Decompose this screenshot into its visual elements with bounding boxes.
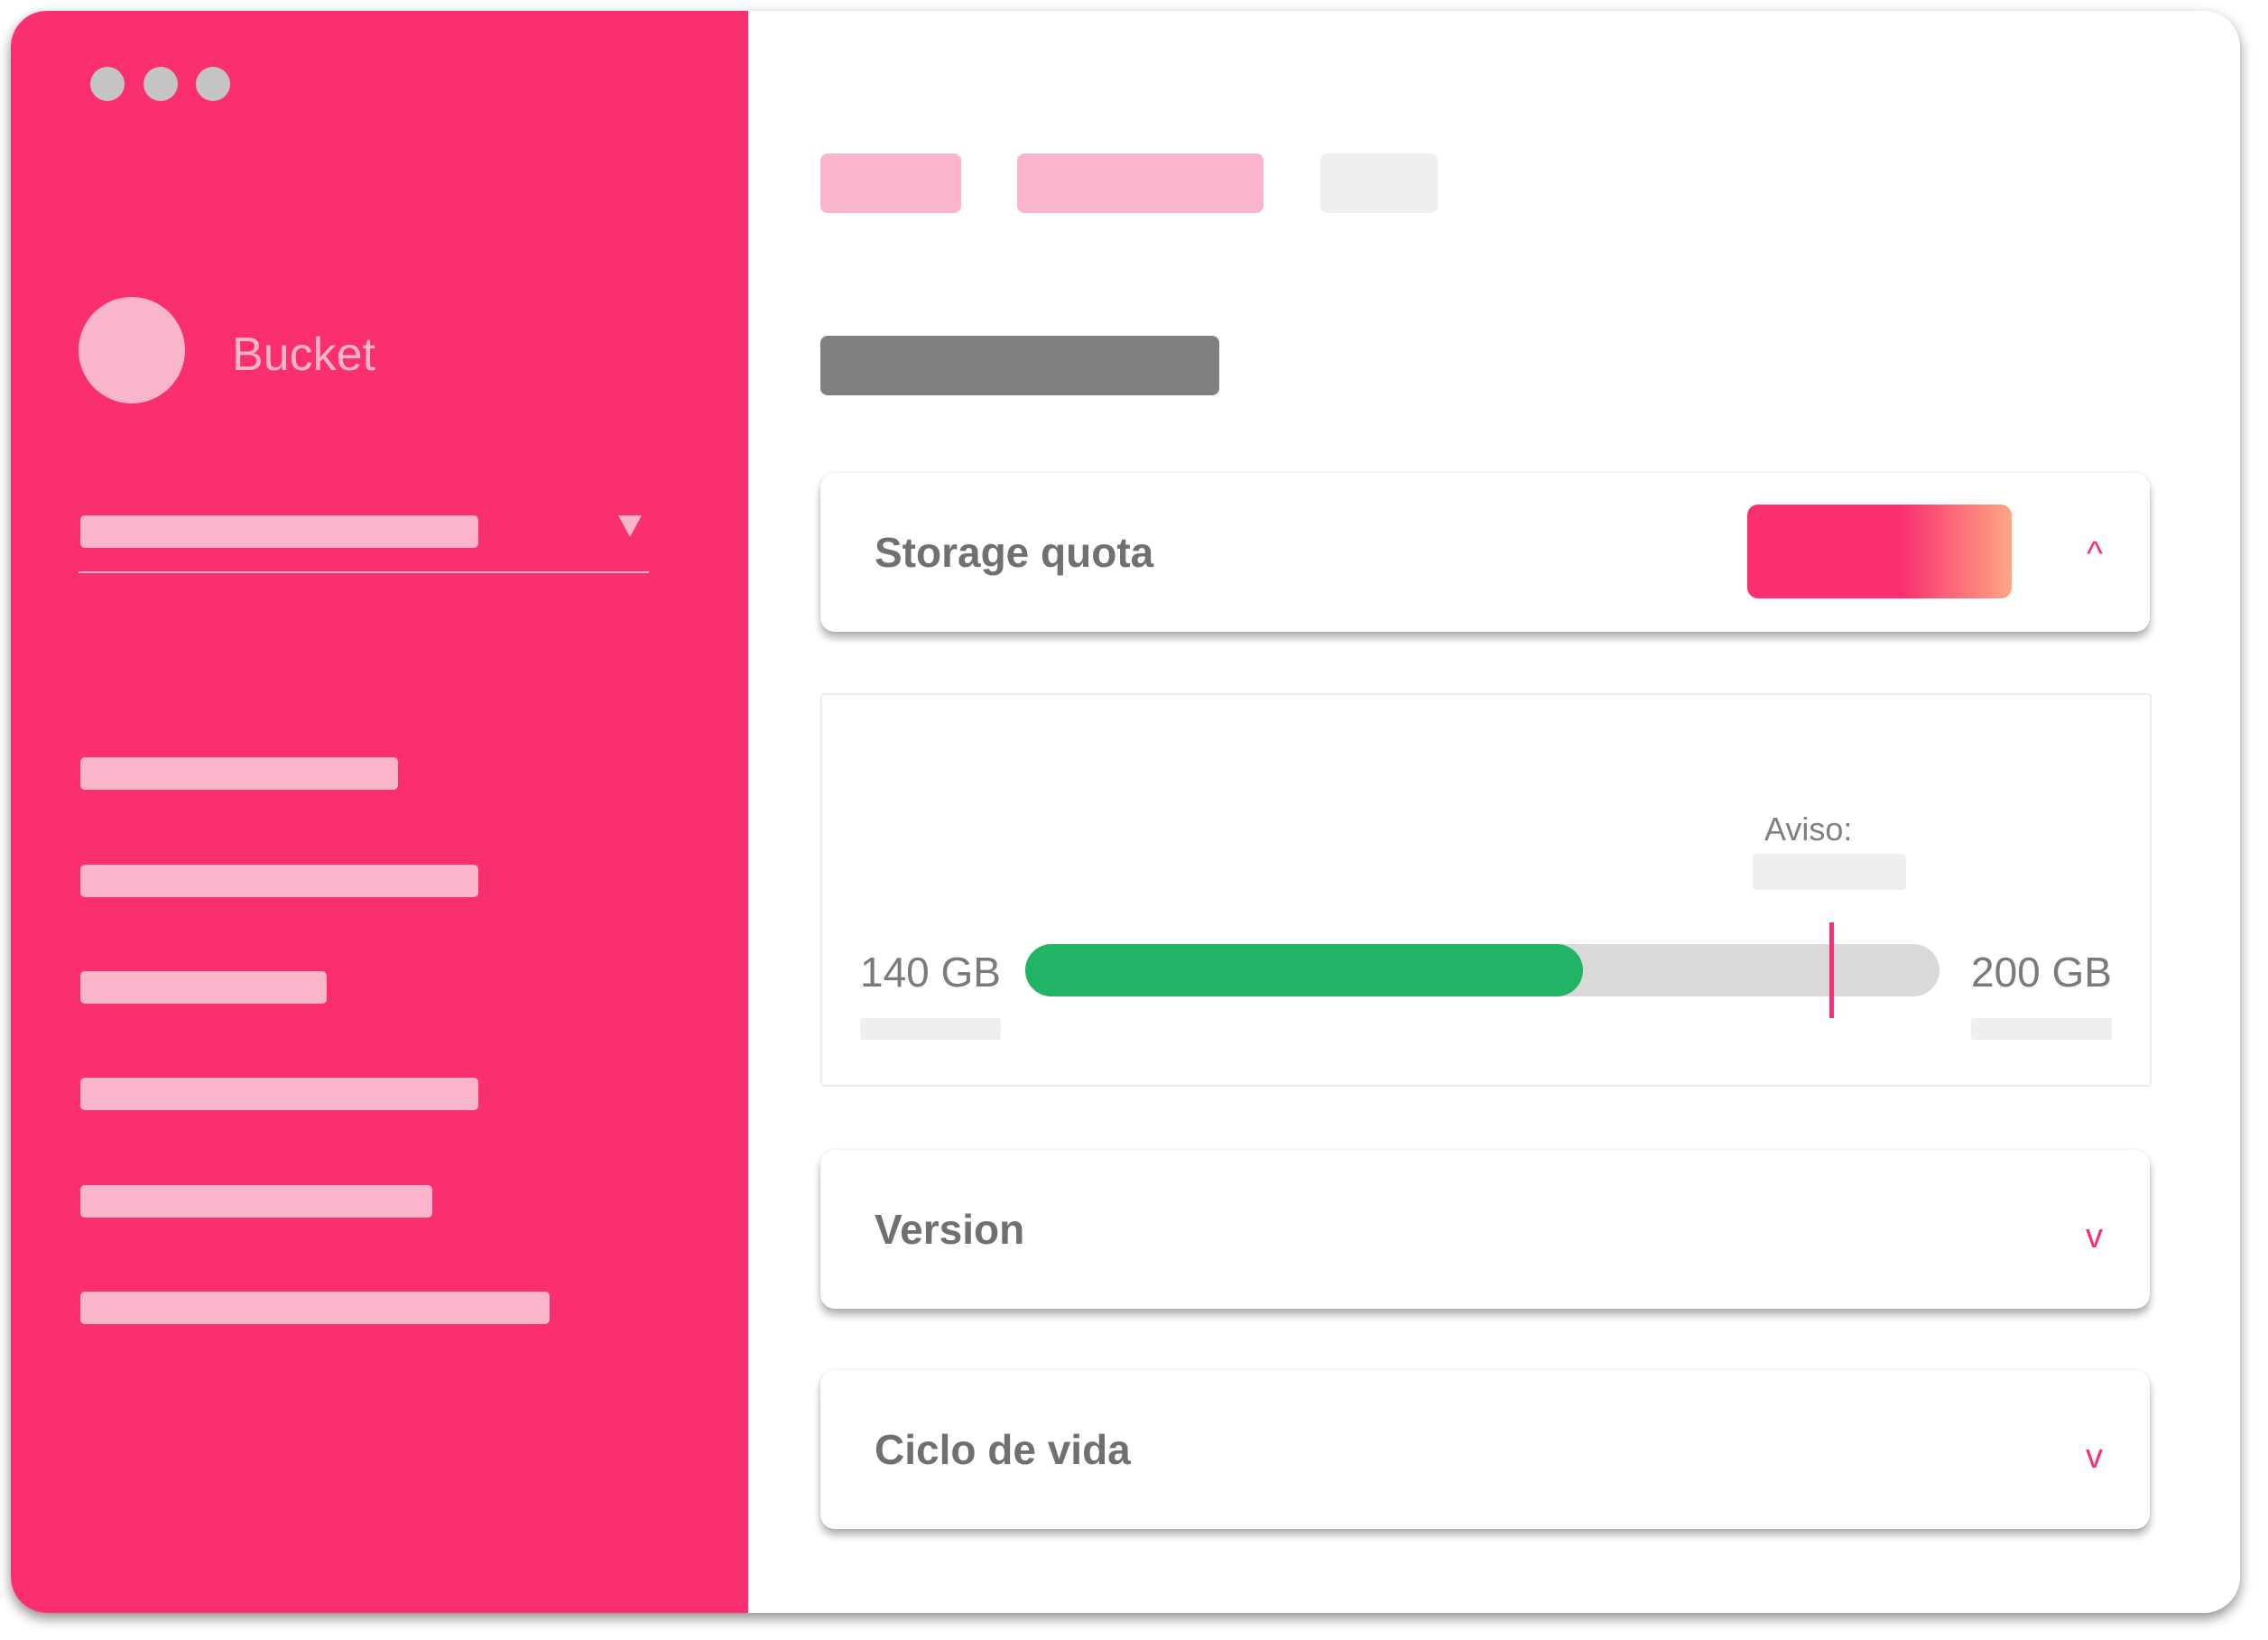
chevron-down-icon[interactable]: v xyxy=(2086,1218,2103,1255)
storage-quota-panel[interactable]: Storage quota ^ xyxy=(820,473,2150,632)
sidebar: Bucket xyxy=(11,11,748,1613)
warning-threshold-marker[interactable] xyxy=(1829,922,1834,1018)
sidebar-item-2[interactable] xyxy=(80,865,478,897)
chevron-down-icon[interactable]: v xyxy=(2086,1439,2103,1475)
tab-3[interactable] xyxy=(1320,153,1438,213)
sidebar-item-3[interactable] xyxy=(80,971,327,1004)
usage-bar-track xyxy=(1025,944,1939,996)
lifecycle-title: Ciclo de vida xyxy=(875,1426,1131,1473)
select-value-placeholder xyxy=(80,515,478,548)
sidebar-item-1[interactable] xyxy=(80,757,398,790)
lifecycle-panel[interactable]: Ciclo de vida v xyxy=(820,1370,2150,1529)
sidebar-item-6[interactable] xyxy=(80,1292,550,1324)
window-control-dot-1[interactable] xyxy=(90,67,125,101)
main-content: Storage quota ^ Aviso: 140 GB 200 GB Ver… xyxy=(748,11,2240,1613)
version-panel[interactable]: Version v xyxy=(820,1150,2150,1309)
quota-min-sub-placeholder xyxy=(860,1018,1001,1040)
bucket-select[interactable] xyxy=(79,503,649,573)
storage-quota-details: Aviso: 140 GB 200 GB xyxy=(820,693,2152,1087)
sidebar-item-4[interactable] xyxy=(80,1078,478,1110)
quota-min-label: 140 GB xyxy=(860,949,1001,996)
app-title: Bucket xyxy=(232,329,375,381)
app-window: Bucket Storage quota ^ Aviso: 140 GB 200… xyxy=(11,11,2240,1613)
dropdown-arrow-icon xyxy=(618,515,642,537)
page-heading-placeholder xyxy=(820,336,1219,395)
quota-status-badge xyxy=(1747,505,2012,598)
warning-label: Aviso: xyxy=(1764,811,1853,848)
window-control-dot-3[interactable] xyxy=(196,67,230,101)
warning-value-placeholder xyxy=(1753,854,1906,890)
tab-2[interactable] xyxy=(1017,153,1264,213)
quota-max-sub-placeholder xyxy=(1971,1018,2112,1040)
version-title: Version xyxy=(875,1206,1025,1253)
quota-max-label: 200 GB xyxy=(1971,949,2112,996)
window-control-dot-2[interactable] xyxy=(143,67,178,101)
usage-bar-fill xyxy=(1025,944,1583,996)
sidebar-item-5[interactable] xyxy=(80,1185,432,1218)
chevron-up-icon[interactable]: ^ xyxy=(2087,536,2103,572)
avatar xyxy=(79,297,185,403)
storage-quota-title: Storage quota xyxy=(875,529,1154,576)
tab-1[interactable] xyxy=(820,153,961,213)
